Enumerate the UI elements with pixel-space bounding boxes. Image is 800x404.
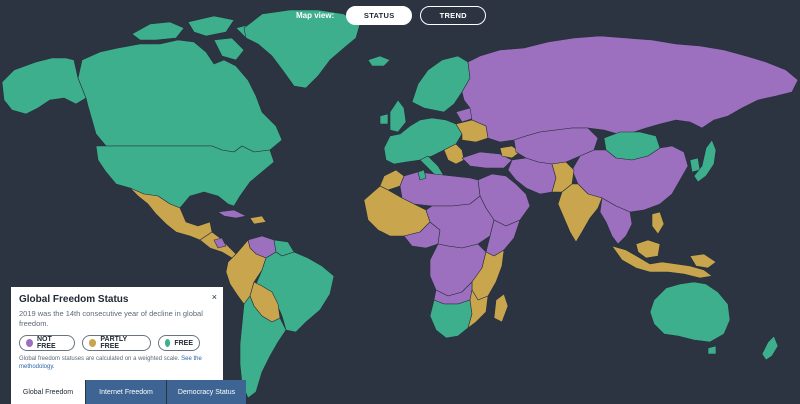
free-label: FREE	[174, 339, 193, 347]
close-icon[interactable]: ×	[212, 292, 217, 302]
status-legend: NOT FREE PARTLY FREE FREE	[19, 335, 215, 351]
panel-title: Global Freedom Status	[19, 294, 129, 305]
map-view-toggle: Map view: STATUS TREND	[296, 5, 487, 25]
not-free-filter-button[interactable]: NOT FREE	[19, 335, 75, 351]
map-view-label: Map view:	[296, 10, 335, 20]
tab-democracy-status[interactable]: Democracy Status	[166, 380, 246, 404]
tab-internet-freedom[interactable]: Internet Freedom	[85, 380, 166, 404]
not-free-dot-icon	[26, 339, 33, 347]
status-button[interactable]: STATUS	[346, 5, 413, 25]
trend-button[interactable]: TREND	[420, 5, 487, 25]
free-dot-icon	[165, 339, 171, 347]
tab-global-freedom[interactable]: Global Freedom	[11, 380, 85, 404]
panel-description: 2019 was the 14th consecutive year of de…	[19, 309, 203, 328]
free-filter-button[interactable]: FREE	[158, 335, 200, 351]
partly-free-label: PARTLY FREE	[100, 336, 128, 350]
not-free-label: NOT FREE	[37, 336, 56, 350]
partly-free-dot-icon	[89, 339, 97, 347]
panel-note: Global freedom statuses are calculated o…	[19, 355, 215, 371]
partly-free-filter-button[interactable]: PARTLY FREE	[82, 335, 151, 351]
info-panel: Global Freedom Status × 2019 was the 14t…	[11, 287, 223, 380]
bottom-tabs: Global Freedom Internet Freedom Democrac…	[11, 380, 246, 404]
note-text: Global freedom statuses are calculated o…	[19, 356, 180, 362]
